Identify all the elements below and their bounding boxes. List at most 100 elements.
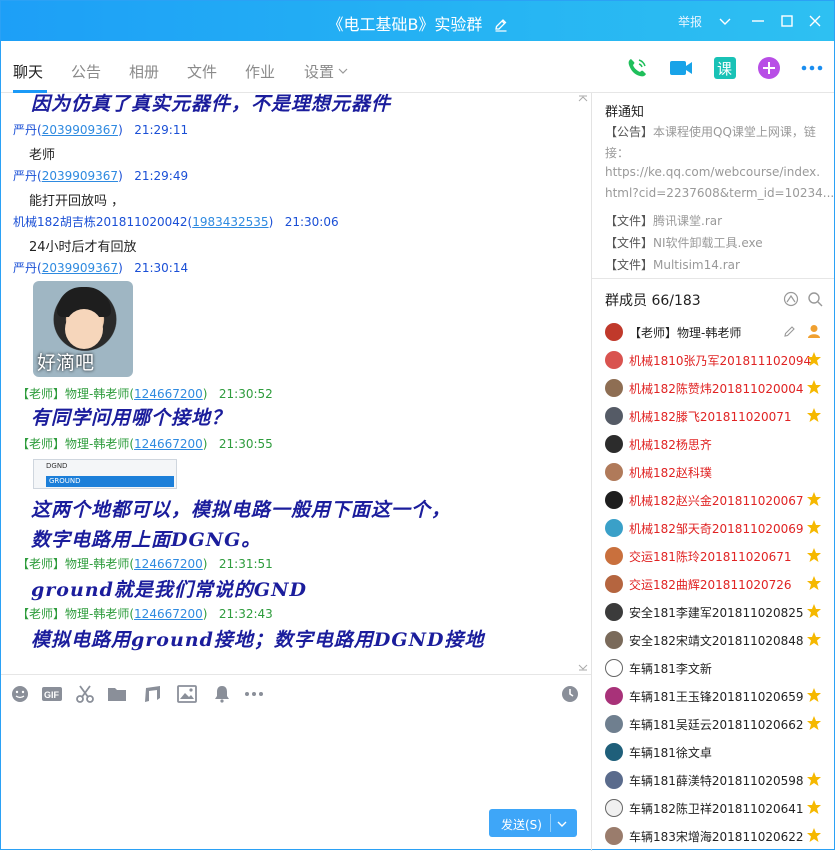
member-item[interactable]: 【老师】物理-韩老师 [602, 321, 832, 343]
avatar[interactable] [605, 631, 623, 649]
avatar[interactable] [605, 715, 623, 733]
member-item[interactable]: 机械1810张乃军201811102094 [602, 349, 832, 371]
sender-name[interactable]: 严丹 [13, 169, 37, 183]
sender-name[interactable]: 物理-韩老师 [65, 557, 129, 571]
sender-id-link[interactable]: 124667200 [134, 607, 203, 621]
maximize-icon[interactable] [777, 11, 797, 31]
member-item[interactable]: 机械182赵兴金201811020067 [602, 489, 832, 511]
notice-file[interactable]: 【文件】NI软件卸载工具.exe [605, 234, 763, 251]
star-icon [806, 771, 822, 787]
message-meta: 严丹(2039909367) 21:29:49 [13, 169, 189, 183]
member-item[interactable]: 机械182邹天奇201811020069 [602, 517, 832, 539]
report-link[interactable]: 举报 [678, 13, 702, 30]
history-clock-icon[interactable] [560, 685, 580, 703]
member-item[interactable]: 交运181陈玲201811020671 [602, 545, 832, 567]
sender-id-link[interactable]: 2039909367 [42, 261, 118, 275]
member-item[interactable]: 机械182陈赞炜201811020004 [602, 377, 832, 399]
notice-link[interactable]: https://ke.qq.com/webcourse/index. [605, 165, 820, 179]
video-call-icon[interactable] [668, 55, 694, 81]
avatar[interactable] [605, 603, 623, 621]
avatar[interactable] [605, 323, 623, 341]
avatar[interactable] [605, 547, 623, 565]
member-search-icon[interactable] [807, 291, 823, 307]
avatar[interactable] [605, 491, 623, 509]
gif-icon[interactable]: GIF [41, 685, 62, 703]
member-item[interactable]: 车辆181李文新 [602, 657, 832, 679]
notice-line[interactable]: 【公告】本课程使用QQ课堂上网课，链 [605, 123, 816, 140]
avatar[interactable] [605, 407, 623, 425]
member-manage-icon[interactable] [783, 291, 799, 307]
avatar[interactable] [605, 519, 623, 537]
more-tools-icon[interactable] [243, 685, 263, 703]
class-icon[interactable]: 课 [712, 55, 738, 81]
member-item[interactable]: 机械182赵科璞 [602, 461, 832, 483]
avatar[interactable] [605, 771, 623, 789]
send-options-chevron-icon[interactable] [556, 818, 568, 832]
member-item[interactable]: 车辆181王玉锋201811020659 [602, 685, 832, 707]
sender-name[interactable]: 物理-韩老师 [65, 437, 129, 451]
sender-role: 【老师】 [17, 557, 66, 571]
sender-name[interactable]: 严丹 [13, 261, 37, 275]
sender-id-link[interactable]: 2039909367 [42, 123, 118, 137]
avatar[interactable] [605, 463, 623, 481]
send-button[interactable]: 发送(S) [489, 809, 577, 837]
member-item[interactable]: 车辆181薛渼特201811020598 [602, 769, 832, 791]
sender-name[interactable]: 物理-韩老师 [65, 607, 129, 621]
sender-id-link[interactable]: 124667200 [134, 387, 203, 401]
more-icon[interactable] [799, 55, 825, 81]
avatar[interactable] [605, 435, 623, 453]
sender-id-link[interactable]: 124667200 [134, 557, 203, 571]
sticker-image[interactable]: 好滴吧 [33, 281, 133, 377]
edit-icon[interactable] [782, 323, 798, 339]
avatar[interactable] [605, 659, 623, 677]
image-icon[interactable] [177, 685, 197, 703]
folder-icon[interactable] [107, 685, 127, 703]
avatar[interactable] [605, 743, 623, 761]
avatar[interactable] [605, 575, 623, 593]
member-item[interactable]: 车辆182陈卫祥201811020641 [602, 797, 832, 819]
bell-icon[interactable] [212, 685, 232, 703]
notice-link[interactable]: html?cid=2237608&term_id=10234... [605, 186, 834, 200]
message-meta: 【老师】物理-韩老师(124667200) 21:31:51 [17, 557, 273, 571]
voice-call-icon[interactable] [624, 55, 650, 81]
chat-history[interactable]: 因为仿真了真实元器件，不是理想元器件 严丹(2039909367) 21:29:… [1, 93, 591, 673]
scissors-icon[interactable] [75, 685, 95, 703]
tab-files[interactable]: 文件 [187, 61, 217, 82]
member-item[interactable]: 车辆183宋增海201811020622 [602, 825, 832, 847]
notice-file[interactable]: 【文件】腾讯课堂.rar [605, 212, 722, 229]
member-item[interactable]: 安全182宋靖文201811020848 [602, 629, 832, 651]
sender-id-link[interactable]: 1983432535 [192, 215, 268, 229]
member-item[interactable]: 交运182曲辉201811020726 [602, 573, 832, 595]
close-icon[interactable] [805, 11, 825, 31]
minimize-icon[interactable] [748, 11, 768, 31]
sender-name[interactable]: 严丹 [13, 123, 37, 137]
scroll-up-icon[interactable] [577, 93, 589, 103]
add-app-icon[interactable] [756, 55, 782, 81]
avatar[interactable] [605, 351, 623, 369]
member-item[interactable]: 车辆181徐文卓 [602, 741, 832, 763]
avatar[interactable] [605, 687, 623, 705]
tab-album[interactable]: 相册 [129, 61, 159, 82]
sender-name[interactable]: 物理-韩老师 [65, 387, 129, 401]
avatar[interactable] [605, 379, 623, 397]
notice-file[interactable]: 【文件】Multisim14.rar [605, 256, 740, 273]
screenshot-thumbnail[interactable]: DGND GROUND [33, 459, 177, 489]
tab-homework[interactable]: 作业 [245, 61, 275, 82]
member-item[interactable]: 机械182滕飞201811020071 [602, 405, 832, 427]
avatar[interactable] [605, 799, 623, 817]
tab-settings[interactable]: 设置 [304, 61, 348, 82]
sender-id-link[interactable]: 124667200 [134, 437, 203, 451]
avatar[interactable] [605, 827, 623, 845]
member-item[interactable]: 安全181李建军201811020825 [602, 601, 832, 623]
member-item[interactable]: 机械182杨思齐 [602, 433, 832, 455]
member-item[interactable]: 车辆181吴廷云201811020662 [602, 713, 832, 735]
edit-name-icon[interactable] [494, 17, 508, 36]
tab-chat[interactable]: 聊天 [13, 61, 43, 82]
sender-id-link[interactable]: 2039909367 [42, 169, 118, 183]
emoji-icon[interactable] [10, 685, 30, 703]
dropdown-icon[interactable] [715, 11, 735, 31]
tab-announcement[interactable]: 公告 [71, 61, 101, 82]
scroll-down-icon[interactable] [577, 661, 589, 671]
sender-name[interactable]: 机械182胡吉栋201811020042 [13, 215, 188, 229]
music-icon[interactable] [142, 685, 162, 703]
